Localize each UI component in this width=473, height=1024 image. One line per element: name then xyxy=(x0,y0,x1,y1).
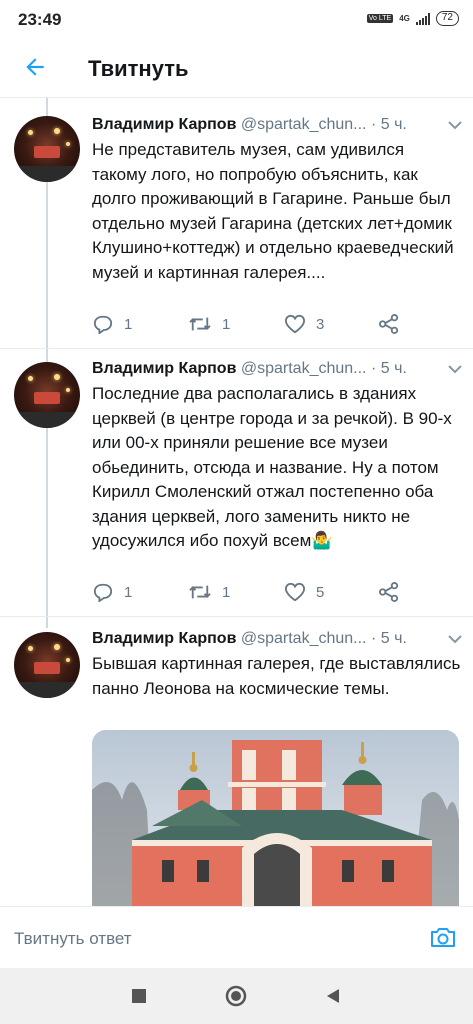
retweet-count: 1 xyxy=(222,583,231,601)
camera-icon[interactable] xyxy=(429,925,457,949)
share-icon xyxy=(379,314,399,334)
like-count: 3 xyxy=(316,315,325,333)
tweet-header: Владимир Карпов @spartak_chun... · 5 ч. xyxy=(92,360,462,378)
home-circle-icon[interactable] xyxy=(225,985,247,1007)
share-icon xyxy=(379,582,399,602)
heart-icon xyxy=(284,582,306,602)
like-count: 5 xyxy=(316,583,325,601)
network-label: 4G xyxy=(399,14,410,23)
tweet-actions: 1 1 5 xyxy=(92,582,422,606)
battery-icon: 72 xyxy=(435,11,459,26)
chevron-down-icon[interactable] xyxy=(448,364,462,374)
back-triangle-icon[interactable] xyxy=(322,985,344,1007)
author-handle[interactable]: @spartak_chun... xyxy=(241,360,367,377)
tweet-photo[interactable] xyxy=(92,730,459,910)
church-image xyxy=(92,730,459,910)
tweet-header: Владимир Карпов @spartak_chun... · 5 ч. xyxy=(92,116,462,134)
retweet-count: 1 xyxy=(222,315,231,333)
volte-icon: Vo LTE xyxy=(366,14,394,23)
status-icons: Vo LTE 4G 72 xyxy=(366,11,459,26)
avatar[interactable] xyxy=(14,632,80,698)
separator-dot: · xyxy=(370,116,377,133)
reply-button[interactable]: 1 xyxy=(92,314,132,334)
reply-input[interactable]: Твитнуть ответ xyxy=(14,929,132,949)
app-bar: Твитнуть xyxy=(0,40,473,98)
battery-level: 72 xyxy=(441,12,453,23)
tweet-actions: 1 1 3 xyxy=(92,314,422,338)
reply-count: 1 xyxy=(124,315,133,333)
avatar[interactable] xyxy=(14,362,80,428)
tweet-divider xyxy=(0,348,473,349)
author-name[interactable]: Владимир Карпов xyxy=(92,116,236,133)
retweet-icon xyxy=(189,317,211,331)
tweet-time: 5 ч. xyxy=(380,360,407,377)
reply-button[interactable]: 1 xyxy=(92,582,132,602)
status-bar: 23:49 Vo LTE 4G 72 xyxy=(0,0,473,40)
share-button[interactable] xyxy=(378,314,400,334)
page-title: Твитнуть xyxy=(88,56,189,81)
retweet-button[interactable]: 1 xyxy=(188,582,230,602)
tweet[interactable]: Владимир Карпов @spartak_chun... · 5 ч. … xyxy=(0,98,473,350)
arrow-left-icon[interactable] xyxy=(22,54,48,80)
reply-composer[interactable]: Твитнуть ответ xyxy=(0,906,473,968)
recents-square-icon[interactable] xyxy=(128,985,150,1007)
avatar[interactable] xyxy=(14,116,80,182)
tweet-header: Владимир Карпов @spartak_chun... · 5 ч. xyxy=(92,630,462,648)
tweet[interactable]: Владимир Карпов @spartak_chun... · 5 ч. … xyxy=(0,350,473,620)
signal-icon xyxy=(415,12,430,25)
reply-icon xyxy=(93,315,113,334)
chevron-down-icon[interactable] xyxy=(448,120,462,130)
tweet-time: 5 ч. xyxy=(380,116,407,133)
retweet-button[interactable]: 1 xyxy=(188,314,230,334)
tweet-text: Бывшая картинная галерея, где выставляли… xyxy=(92,654,461,698)
like-button[interactable]: 5 xyxy=(284,582,324,602)
author-handle[interactable]: @spartak_chun... xyxy=(241,630,367,647)
retweet-icon xyxy=(189,585,211,599)
reply-icon xyxy=(93,583,113,602)
tweet-time: 5 ч. xyxy=(380,630,407,647)
heart-icon xyxy=(284,314,306,334)
tweet-text: Последние два располагались в зданиях це… xyxy=(92,384,452,550)
separator-dot: · xyxy=(370,360,377,377)
like-button[interactable]: 3 xyxy=(284,314,324,334)
status-time: 23:49 xyxy=(18,10,62,29)
share-button[interactable] xyxy=(378,582,400,602)
author-name[interactable]: Владимир Карпов xyxy=(92,360,236,377)
system-nav-bar xyxy=(0,968,473,1024)
reply-count: 1 xyxy=(124,583,133,601)
tweet-text: Не представитель музея, сам удивился так… xyxy=(92,140,454,282)
chevron-down-icon[interactable] xyxy=(448,634,462,644)
separator-dot: · xyxy=(370,630,377,647)
author-name[interactable]: Владимир Карпов xyxy=(92,630,236,647)
author-handle[interactable]: @spartak_chun... xyxy=(241,116,367,133)
tweet-divider xyxy=(0,616,473,617)
